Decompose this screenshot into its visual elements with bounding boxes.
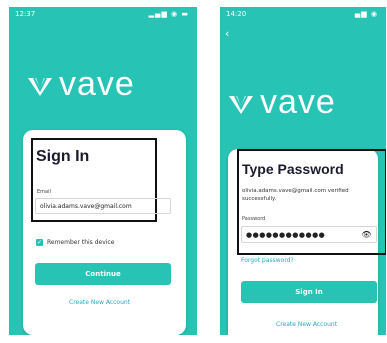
status-time: 12:37: [15, 10, 36, 18]
logo-text: vave: [260, 83, 336, 121]
status-bar: 14:20 ▄▆ ◉: [220, 7, 386, 21]
email-field[interactable]: olivia.adams.vave@gmail.com: [35, 198, 171, 214]
remember-label: Remember this device: [47, 239, 115, 246]
sign-in-button[interactable]: Sign In: [241, 281, 377, 303]
password-field[interactable]: ●●●●●●●●●●●● 👁: [241, 226, 377, 243]
chevron-left-icon[interactable]: ‹: [225, 27, 229, 40]
type-password-screen: 14:20 ▄▆ ◉ ‹ vave Type Password olivia.a…: [220, 7, 386, 335]
forgot-password-link[interactable]: Forgot password?: [241, 257, 294, 264]
sign-in-card: Sign In Email olivia.adams.vave@gmail.co…: [23, 130, 186, 335]
eye-icon[interactable]: 👁: [361, 230, 372, 239]
sign-in-screen: 12:37 ▂▄▆ ◉ ▬ vave Sign In Email olivia.…: [9, 7, 197, 335]
status-icons: ▂▄▆ ◉ ▬: [148, 10, 189, 18]
vave-logo-mark-icon: [229, 95, 253, 115]
password-value: ●●●●●●●●●●●●: [246, 230, 326, 239]
status-time: 14:20: [226, 10, 247, 18]
password-label: Password: [242, 216, 266, 222]
status-bar: 12:37 ▂▄▆ ◉ ▬: [9, 7, 197, 21]
vave-logo: vave: [228, 85, 336, 119]
email-label: Email: [37, 189, 51, 195]
status-icons: ▄▆ ◉: [354, 10, 378, 18]
logo-text: vave: [59, 65, 135, 103]
vave-logo: vave: [27, 67, 135, 101]
page-title: Sign In: [36, 148, 90, 165]
create-account-link[interactable]: Create New Account: [69, 299, 130, 306]
remember-checkbox[interactable]: ✓: [36, 239, 43, 246]
vave-logo-mark-icon: [28, 77, 52, 97]
page-title: Type Password: [242, 161, 344, 177]
continue-button[interactable]: Continue: [35, 263, 171, 285]
create-account-link[interactable]: Create New Account: [276, 321, 337, 328]
password-card: Type Password olivia.adams.vave@gmail.co…: [228, 149, 386, 335]
verified-message: olivia.adams.vave@gmail.com verified suc…: [242, 188, 349, 202]
